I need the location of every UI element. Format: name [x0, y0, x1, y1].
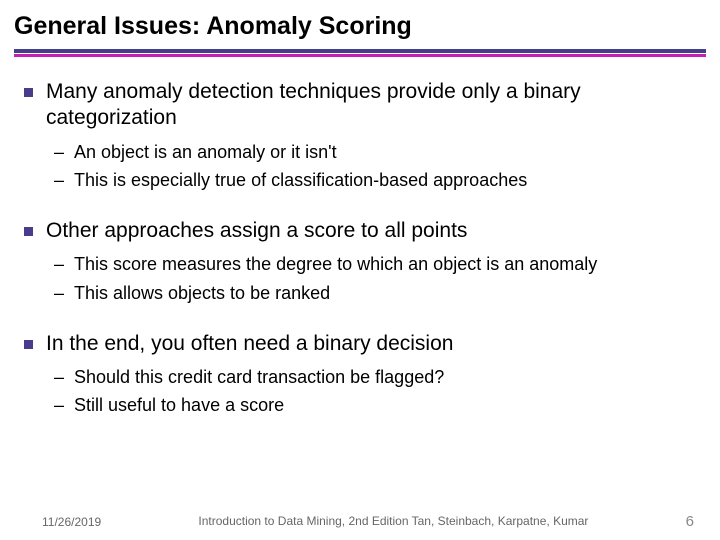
- slide-footer: 11/26/2019 Introduction to Data Mining, …: [0, 513, 720, 530]
- sub-bullet: This is especially true of classificatio…: [54, 168, 712, 192]
- sub-bullet: Should this credit card transaction be f…: [54, 365, 712, 389]
- title-rule: [14, 49, 706, 57]
- bullet-text: Many anomaly detection techniques provid…: [46, 79, 712, 132]
- bullet-item: In the end, you often need a binary deci…: [24, 331, 712, 418]
- sub-bullet: Still useful to have a score: [54, 393, 712, 417]
- sub-bullet: An object is an anomaly or it isn't: [54, 140, 712, 164]
- bullet-item: Other approaches assign a score to all p…: [24, 218, 712, 305]
- slide-title: General Issues: Anomaly Scoring: [0, 0, 720, 47]
- sub-bullet: This allows objects to be ranked: [54, 281, 712, 305]
- footer-date: 11/26/2019: [42, 515, 101, 529]
- slide-body: Many anomaly detection techniques provid…: [0, 57, 720, 418]
- bullet-text: In the end, you often need a binary deci…: [46, 331, 712, 357]
- bullet-item: Many anomaly detection techniques provid…: [24, 79, 712, 192]
- bullet-text: Other approaches assign a score to all p…: [46, 218, 712, 244]
- sub-bullet: This score measures the degree to which …: [54, 252, 712, 276]
- footer-page: 6: [686, 513, 694, 530]
- footer-source: Introduction to Data Mining, 2nd Edition…: [101, 514, 685, 529]
